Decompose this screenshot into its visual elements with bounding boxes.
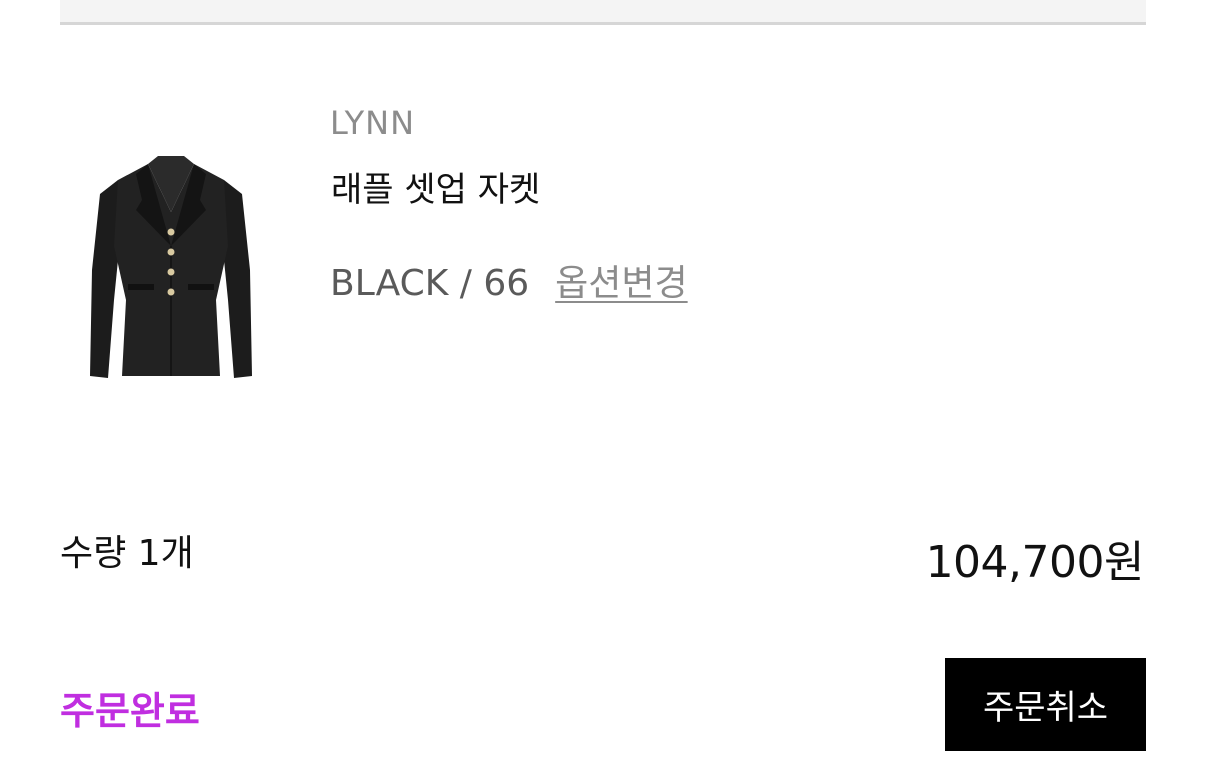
order-status: 주문완료 — [60, 689, 200, 733]
product-thumbnail[interactable] — [78, 150, 264, 390]
brand-name: LYNN — [330, 104, 415, 142]
jacket-image-icon — [90, 156, 252, 378]
option-row: BLACK / 66 옵션변경 — [330, 254, 688, 306]
product-name[interactable]: 래플 셋업 자켓 — [331, 162, 540, 211]
option-value: BLACK / 66 — [330, 263, 530, 304]
change-option-link[interactable]: 옵션변경 — [555, 263, 687, 304]
cancel-order-button[interactable]: 주문취소 — [945, 658, 1146, 751]
price-text: 104,700원 — [925, 537, 1145, 588]
quantity-text: 수량 1개 — [60, 533, 194, 574]
top-divider-bar — [60, 0, 1146, 25]
